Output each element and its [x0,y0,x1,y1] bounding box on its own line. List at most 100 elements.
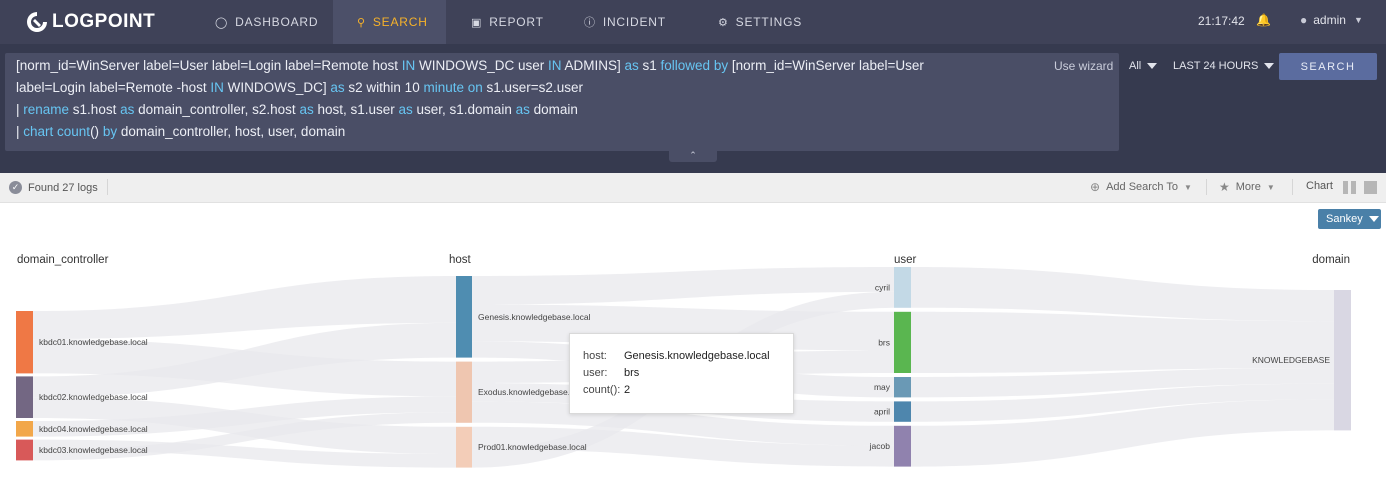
full-view-icon[interactable] [1364,181,1377,194]
dashboard-icon: ◯ [215,16,229,29]
nav-report[interactable]: ▣ REPORT [461,0,571,44]
query-keyword: as [120,102,135,117]
use-wizard-link[interactable]: Use wizard [1054,59,1113,73]
repo-select[interactable]: All [1129,60,1158,72]
sankey-node[interactable] [16,421,33,437]
divider [1292,179,1293,195]
split-view-icon[interactable] [1343,181,1356,194]
sankey-node-label: Genesis.knowledgebase.local [478,312,591,322]
query-text: WINDOWS_DC] [223,80,331,95]
clock: 21:17:42 [1198,14,1245,28]
query-line: label=Login label=Remote -host IN WINDOW… [16,80,583,95]
sankey-node[interactable] [456,361,472,423]
query-line: [norm_id=WinServer label=User label=Logi… [16,58,924,73]
query-keyword: followed by [660,58,729,73]
chevron-up-icon: ⌃ [689,150,697,160]
tooltip-user-key: user: [583,367,608,379]
query-line: | chart count() by domain_controller, ho… [16,124,345,139]
sankey-node-label: kbdc02.knowledgebase.local [39,392,148,402]
divider [107,179,108,195]
logo[interactable]: LOGPOINT [26,9,155,35]
divider [1206,179,1207,195]
time-range-select[interactable]: LAST 24 HOURS [1173,60,1275,72]
tooltip-host-value: Genesis.knowledgebase.local [624,350,770,362]
search-icon: ⚲ [357,16,366,29]
logo-mark-icon [27,12,47,32]
query-keyword: on [467,80,483,95]
query-keyword: by [102,124,118,139]
sankey-node[interactable] [894,311,911,373]
sankey-node[interactable] [894,377,911,398]
query-keyword: as [515,102,530,117]
query-text: user, s1.domain [412,102,516,117]
more-menu[interactable]: ★ More ▼ [1219,180,1275,194]
sankey-node[interactable] [16,376,33,418]
query-text: s1.user=s2.user [482,80,583,95]
sankey-node-label: brs [878,337,890,347]
gear-icon: ⚙ [718,16,729,29]
query-text: [norm_id=WinServer label=User label=Logi… [16,58,402,73]
sankey-node[interactable] [456,276,472,358]
found-logs: ✓ Found 27 logs [9,181,98,194]
query-text: [norm_id=WinServer label=User [728,58,924,73]
tooltip-count-value: 2 [624,384,631,396]
nav-dashboard[interactable]: ◯ DASHBOARD [200,0,330,44]
nav-report-label: REPORT [489,15,544,29]
sankey-node[interactable] [16,311,33,374]
query-text: s2 within 10 [344,80,424,95]
query-keyword: as [330,80,345,95]
query-keyword: IN [547,58,562,73]
time-range-value: LAST 24 HOURS [1173,60,1259,72]
sankey-node[interactable] [1334,290,1351,431]
nav-search[interactable]: ⚲ SEARCH [333,0,446,44]
report-icon: ▣ [471,16,483,29]
nav-dashboard-label: DASHBOARD [235,15,319,29]
query-text: s1 [638,58,661,73]
add-search-to-menu[interactable]: ⊕ Add Search To ▼ [1090,180,1192,194]
check-icon: ✓ [9,181,22,194]
nav-settings[interactable]: ⚙ SETTINGS [708,0,818,44]
search-button[interactable]: SEARCH [1279,53,1377,80]
nav-search-label: SEARCH [372,15,428,29]
sankey-node[interactable] [456,426,472,468]
tooltip-host-row: host: Genesis.knowledgebase.local [583,350,770,362]
column-header: user [894,254,917,266]
sankey-node[interactable] [894,267,911,308]
tooltip-host-key: host: [583,350,607,362]
chevron-down-icon [1147,63,1158,70]
user-name: admin [1313,13,1346,27]
star-icon: ★ [1219,180,1230,194]
chevron-down-icon: ▼ [1266,182,1275,192]
sankey-node-label: jacob [869,441,891,451]
sankey-node[interactable] [894,425,911,467]
sankey-node-label: kbdc04.knowledgebase.local [39,424,148,434]
sankey-node-label: may [874,382,891,392]
incident-icon: ⓘ [584,17,596,29]
collapse-query-button[interactable]: ⌃ [669,150,717,162]
tooltip-user-row: user: brs [583,367,639,379]
logo-text: LOGPOINT [52,11,156,32]
query-keyword: minute [423,80,464,95]
bell-icon[interactable]: 🔔 [1256,13,1271,27]
sankey-node-label: april [874,407,890,417]
more-label: More [1235,181,1261,193]
nav-incident[interactable]: ⓘ INCIDENT [574,0,684,44]
query-keyword: IN [401,58,416,73]
column-header: host [449,254,472,266]
chevron-down-icon: ▼ [1353,15,1363,25]
sankey-node-label: Prod01.knowledgebase.local [478,442,587,452]
query-text: host, s1.user [313,102,399,117]
sankey-node[interactable] [894,401,911,422]
query-keyword: as [299,102,314,117]
tooltip-user-value: brs [624,367,640,379]
query-input[interactable]: [norm_id=WinServer label=User label=Logi… [5,53,1119,151]
query-text: domain_controller, s2.host [134,102,300,117]
sankey-node[interactable] [16,439,33,461]
user-icon: ● [1300,13,1308,27]
column-header: domain [1312,254,1350,266]
query-text: () [90,124,103,139]
add-search-to-label: Add Search To [1106,181,1179,193]
nav-settings-label: SETTINGS [735,15,803,29]
user-menu[interactable]: ● admin ▼ [1300,13,1363,27]
tooltip-count-row: count(): 2 [583,384,630,396]
